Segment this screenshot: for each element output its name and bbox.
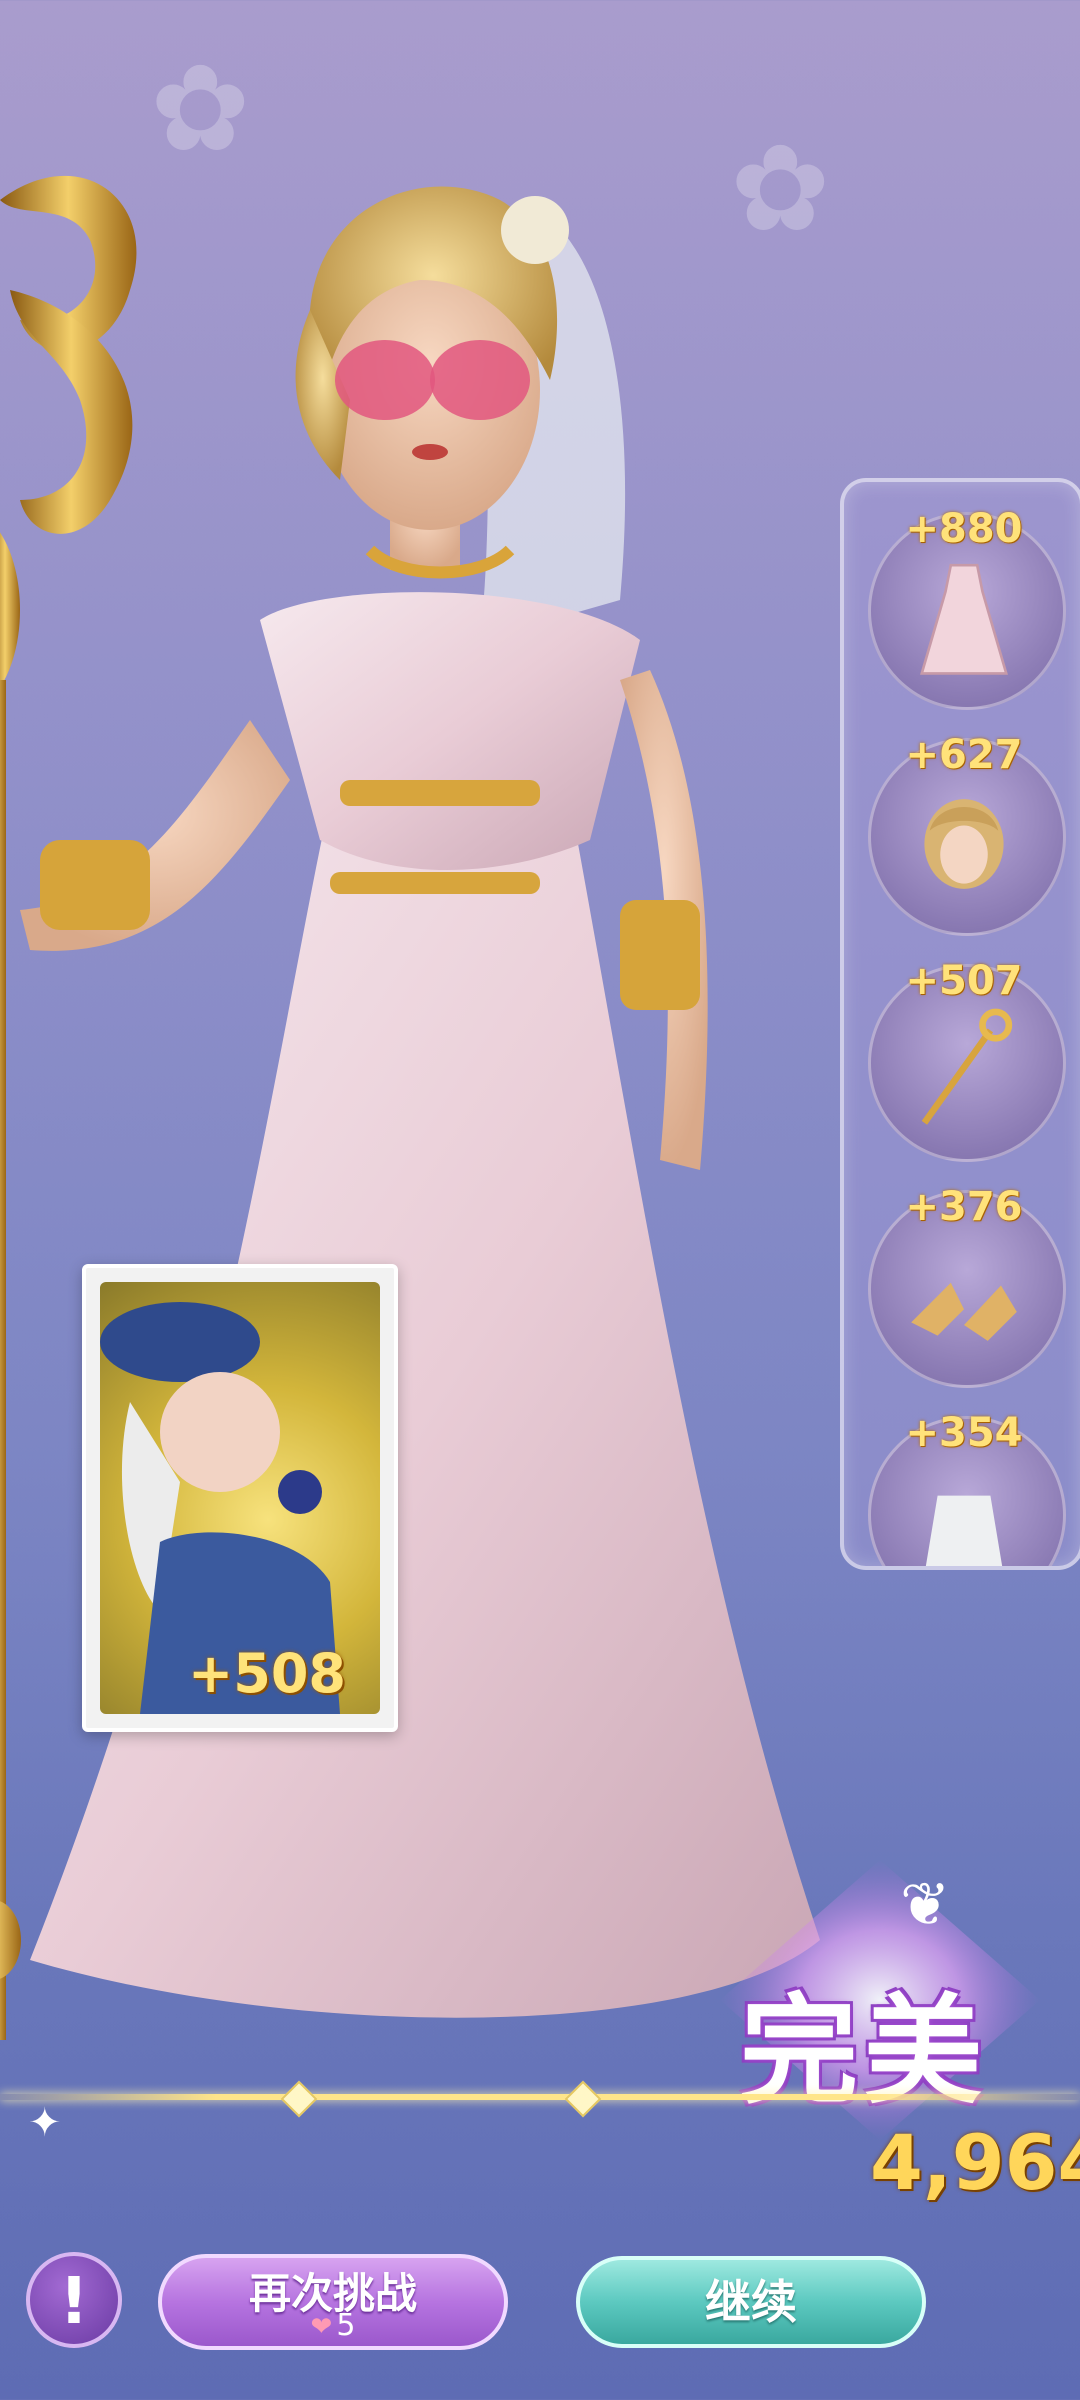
- item-score: +627: [905, 732, 1023, 778]
- scepter-icon: [921, 1008, 1013, 1125]
- card-artwork: +508: [100, 1282, 380, 1714]
- divider-gem: [280, 2080, 318, 2118]
- outfit-score-panel: +880 +627 +507 +376 +354: [840, 478, 1080, 1570]
- dress-icon: [920, 563, 1008, 675]
- rating-text: 完美: [740, 1982, 989, 2120]
- bonus-card[interactable]: +508: [82, 1264, 398, 1732]
- butterfly-icon: ❦: [900, 1870, 951, 1940]
- retry-cost-value: 5: [336, 2308, 356, 2343]
- total-score: 4,964: [870, 2118, 1080, 2207]
- outfit-item-scepter[interactable]: +507: [868, 958, 1066, 1162]
- card-score: +508: [188, 1642, 346, 1705]
- veil-icon: [925, 1495, 1003, 1566]
- divider-gem: [564, 2080, 602, 2118]
- item-score: +507: [905, 958, 1023, 1004]
- score-divider: [0, 2094, 1080, 2100]
- hair-icon: [924, 799, 1004, 889]
- info-button[interactable]: !: [26, 2252, 122, 2348]
- item-score: +376: [905, 1184, 1023, 1230]
- heart-icon: ❤: [310, 2312, 333, 2342]
- outfit-item-hair[interactable]: +627: [868, 732, 1066, 936]
- retry-cost: ❤ 5: [162, 2308, 504, 2343]
- outfit-item-veil[interactable]: +354: [868, 1410, 1066, 1566]
- sparkle-icon: ✦: [28, 2100, 62, 2146]
- continue-button[interactable]: 继续: [576, 2256, 926, 2348]
- item-score: +354: [905, 1410, 1023, 1456]
- retry-challenge-button[interactable]: 再次挑战 ❤ 5: [158, 2254, 508, 2350]
- item-score: +880: [905, 506, 1023, 552]
- shoes-icon: [911, 1282, 1017, 1341]
- outfit-item-shoes[interactable]: +376: [868, 1184, 1066, 1388]
- outfit-item-dress[interactable]: +880: [868, 506, 1066, 710]
